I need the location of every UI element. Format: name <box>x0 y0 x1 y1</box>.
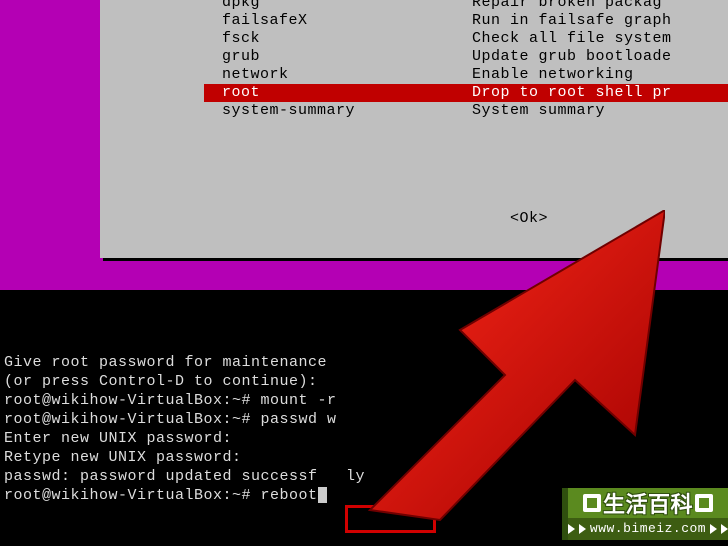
menu-item-name: root <box>222 84 472 102</box>
chevron-right-icon <box>579 524 586 534</box>
term-line: Enter new UNIX password: <box>4 430 232 447</box>
wm-square-icon <box>583 494 601 512</box>
menu-item-network[interactable]: networkEnable networking <box>222 66 728 84</box>
menu-item-desc: Update grub bootloade <box>472 48 672 65</box>
magenta-background: dpkgRepair broken packagfailsafeXRun in … <box>0 0 728 290</box>
watermark-url: www.bimeiz.com <box>590 518 706 540</box>
menu-item-desc: Drop to root shell pr <box>472 84 672 101</box>
menu-item-name: fsck <box>222 30 472 48</box>
menu-item-name: grub <box>222 48 472 66</box>
term-line: Retype new UNIX password: <box>4 449 242 466</box>
watermark-title: 生活百科 <box>603 488 693 519</box>
term-line: Give root password for maintenance <box>4 354 327 371</box>
menu-item-dpkg[interactable]: dpkgRepair broken packag <box>222 0 728 12</box>
menu-item-failsafeX[interactable]: failsafeXRun in failsafe graph <box>222 12 728 30</box>
watermark: 生活百科 www.bimeiz.com <box>562 488 728 540</box>
reboot-command: reboot <box>261 487 318 504</box>
menu-item-system-summary[interactable]: system-summarySystem summary <box>222 102 728 120</box>
term-prompt-line[interactable]: root@wikihow-VirtualBox:~# reboot <box>4 487 327 504</box>
recovery-menu[interactable]: dpkgRepair broken packagfailsafeXRun in … <box>222 0 728 120</box>
menu-item-desc: Check all file system <box>472 30 672 47</box>
menu-item-desc: Enable networking <box>472 66 634 83</box>
terminal-output: Give root password for maintenance (or p… <box>4 334 365 505</box>
chevron-right-icon <box>710 524 717 534</box>
term-line: root@wikihow-VirtualBox:~# mount -r <box>4 392 337 409</box>
reboot-highlight-box <box>345 505 436 533</box>
menu-item-name: network <box>222 66 472 84</box>
wm-square-icon <box>695 494 713 512</box>
menu-item-root[interactable]: rootDrop to root shell pr <box>204 84 728 102</box>
menu-item-desc: Run in failsafe graph <box>472 12 672 29</box>
cursor-block <box>318 487 327 503</box>
term-line: root@wikihow-VirtualBox:~# passwd w <box>4 411 337 428</box>
term-line: passwd: password updated successf ly <box>4 468 365 485</box>
menu-item-name: failsafeX <box>222 12 472 30</box>
menu-item-desc: System summary <box>472 102 605 119</box>
menu-item-name: dpkg <box>222 0 472 12</box>
recovery-menu-dialog: dpkgRepair broken packagfailsafeXRun in … <box>100 0 728 258</box>
menu-item-desc: Repair broken packag <box>472 0 662 11</box>
ok-button[interactable]: <Ok> <box>510 210 548 227</box>
chevron-right-icon <box>721 524 728 534</box>
term-line: (or press Control-D to continue): <box>4 373 318 390</box>
chevron-right-icon <box>568 524 575 534</box>
menu-item-fsck[interactable]: fsckCheck all file system <box>222 30 728 48</box>
menu-item-name: system-summary <box>222 102 472 120</box>
menu-item-grub[interactable]: grubUpdate grub bootloade <box>222 48 728 66</box>
